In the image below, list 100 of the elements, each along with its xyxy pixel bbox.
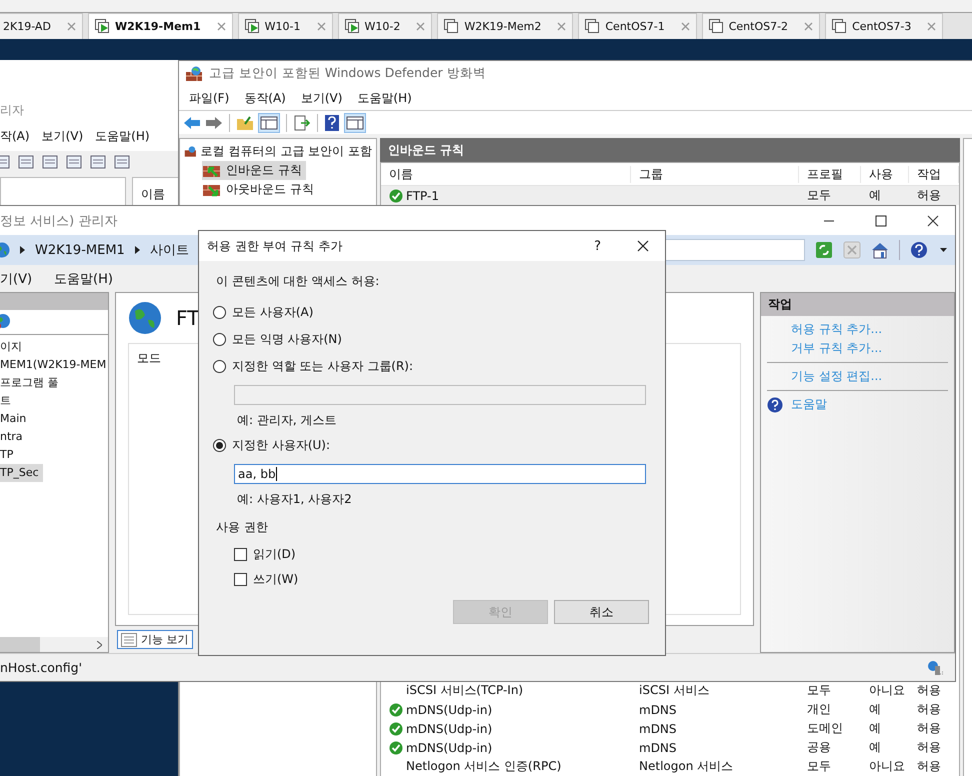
column-header[interactable]: 프로필 — [799, 166, 861, 182]
table-cell-text: 모두 — [806, 682, 832, 699]
vm-icon — [94, 19, 111, 34]
chevron-icon — [20, 246, 25, 254]
vm-tab[interactable]: 2K19-AD — [0, 13, 83, 39]
dropdown-arrow-icon[interactable] — [940, 248, 947, 252]
window-title: 리자 — [0, 103, 24, 117]
vm-tab[interactable]: CentOS7-1 — [578, 13, 697, 39]
table-cell-text: 예 — [868, 720, 882, 737]
tree-item[interactable]: MEM1(W2K19-MEM — [0, 356, 110, 374]
breadcrumb-item[interactable]: W2K19-MEM1 — [35, 242, 125, 258]
table-cell-text: 허용 — [916, 720, 942, 737]
toolbar-icon[interactable] — [66, 154, 82, 170]
toolbar-icon[interactable] — [114, 154, 130, 170]
export-icon[interactable] — [293, 114, 311, 131]
table-cell-text: 허용 — [916, 187, 942, 204]
table-cell-text: 허용 — [916, 701, 942, 718]
tree-item[interactable]: 트 — [0, 392, 15, 410]
help-icon[interactable] — [324, 114, 340, 132]
option-label[interactable]: 모든 익명 사용자(N) — [232, 331, 342, 348]
vm-tab[interactable]: W2K19-Mem2 — [437, 13, 574, 39]
vm-icon — [244, 19, 261, 34]
column-header[interactable]: 작업 — [909, 166, 959, 182]
radio-button[interactable] — [213, 360, 226, 373]
forward-icon[interactable] — [205, 114, 223, 131]
tree-item[interactable]: Main — [0, 410, 30, 428]
menu-item[interactable]: 보기(V) — [42, 128, 84, 145]
column-header[interactable]: 그룹 — [631, 166, 799, 182]
vm-tab[interactable]: CentOS7-2 — [702, 13, 820, 39]
scrollbar[interactable] — [0, 637, 108, 652]
vm-tab[interactable]: W10-2 — [338, 13, 432, 39]
checkbox[interactable] — [234, 548, 247, 561]
table-cell-text: 모두 — [806, 187, 832, 204]
home-icon[interactable] — [871, 241, 889, 259]
menu-item[interactable]: 도움말(H) — [357, 90, 412, 107]
menu-item[interactable]: 보기(V) — [300, 90, 342, 107]
close-icon[interactable] — [637, 240, 649, 252]
folder-icon[interactable] — [236, 114, 254, 131]
column-header[interactable]: 이름 — [141, 187, 165, 201]
table-cell-text: 허용 — [916, 682, 942, 699]
table-cell-text: 예 — [868, 739, 882, 756]
table-cell-text: 아니요 — [868, 682, 906, 699]
table-cell-text: 예 — [868, 187, 882, 204]
panel-toggle-icon[interactable] — [258, 112, 280, 133]
radio-button[interactable] — [213, 333, 226, 346]
toolbar-icon[interactable] — [90, 154, 106, 170]
scroll-right-icon[interactable] — [97, 640, 102, 648]
menu-item[interactable]: 도움말(H) — [95, 128, 150, 145]
vm-tab[interactable]: W2K19-Mem1 — [88, 13, 233, 39]
table-cell: FTP-1 — [406, 188, 439, 202]
tree-item[interactable]: TP_Sec — [0, 464, 43, 482]
dialog-button[interactable]: 취소 — [554, 600, 649, 624]
input-field[interactable]: aa, bb — [234, 464, 646, 484]
maximize-icon[interactable] — [875, 214, 887, 226]
network-status-icon — [927, 660, 945, 676]
menu-item[interactable]: 기(V) — [0, 270, 32, 288]
tree-item[interactable]: TP — [0, 446, 18, 464]
menu-item[interactable]: 도움말(H) — [54, 270, 113, 288]
option-label[interactable]: 모든 사용자(A) — [232, 304, 314, 321]
close-icon[interactable] — [927, 214, 939, 226]
input-field[interactable] — [234, 385, 646, 405]
globe-icon — [128, 301, 162, 335]
back-icon[interactable] — [183, 114, 201, 131]
table-cell-text: 모두 — [806, 758, 832, 775]
column-header[interactable]: 사용 — [861, 166, 909, 182]
checkbox-label[interactable]: 쓰기(W) — [253, 571, 298, 588]
radio-button[interactable] — [213, 439, 226, 452]
chevron-icon — [134, 246, 140, 254]
vm-tab[interactable]: CentOS7-3 — [825, 13, 944, 39]
table-cell: mDNS(Udp-in) — [406, 702, 492, 716]
checkbox[interactable] — [234, 573, 247, 586]
tree-item[interactable]: 로컬 컴퓨터의 고급 보안이 포함 — [200, 143, 372, 160]
menu-item[interactable]: 동작(A) — [244, 90, 286, 107]
refresh-icon[interactable] — [815, 241, 833, 259]
tree-item[interactable]: 이지 — [0, 338, 26, 356]
panel-toggle-icon[interactable] — [344, 112, 366, 133]
tree-item[interactable]: 아웃바운드 규칙 — [202, 180, 318, 199]
option-label[interactable]: 지정한 역할 또는 사용자 그룹(R): — [232, 358, 414, 375]
prompt-label: 이 콘텐츠에 대한 액세스 허용: — [216, 273, 380, 290]
tree-item[interactable]: ntra — [0, 428, 27, 446]
toolbar-icon[interactable] — [42, 154, 58, 170]
tree-item[interactable]: 인바운드 규칙 — [202, 161, 306, 180]
checkbox-label[interactable]: 읽기(D) — [253, 546, 296, 563]
radio-button[interactable] — [213, 306, 226, 319]
hint-text: 예: 관리자, 게스트 — [237, 412, 338, 426]
vm-icon — [585, 19, 602, 34]
toolbar-icon[interactable] — [18, 154, 34, 170]
menu-item[interactable]: 파일(F) — [189, 90, 230, 107]
vm-tab[interactable]: W10-1 — [238, 13, 332, 39]
option-label[interactable]: 지정한 사용자(U): — [232, 437, 330, 454]
help-button[interactable]: ? — [594, 238, 601, 254]
column-header[interactable]: 이름 — [381, 166, 631, 182]
tree-item[interactable]: 프로그램 풀 — [0, 374, 62, 392]
hint-text: 예: 사용자1, 사용자2 — [237, 491, 353, 505]
firewall-icon — [184, 144, 197, 159]
breadcrumb-item[interactable]: 사이트 — [150, 241, 189, 259]
help-icon[interactable] — [910, 241, 930, 259]
view-tab[interactable]: 기능 보기 — [117, 630, 192, 649]
column-header[interactable]: 모드 — [137, 351, 161, 365]
menu-item[interactable]: 작(A) — [0, 128, 30, 145]
